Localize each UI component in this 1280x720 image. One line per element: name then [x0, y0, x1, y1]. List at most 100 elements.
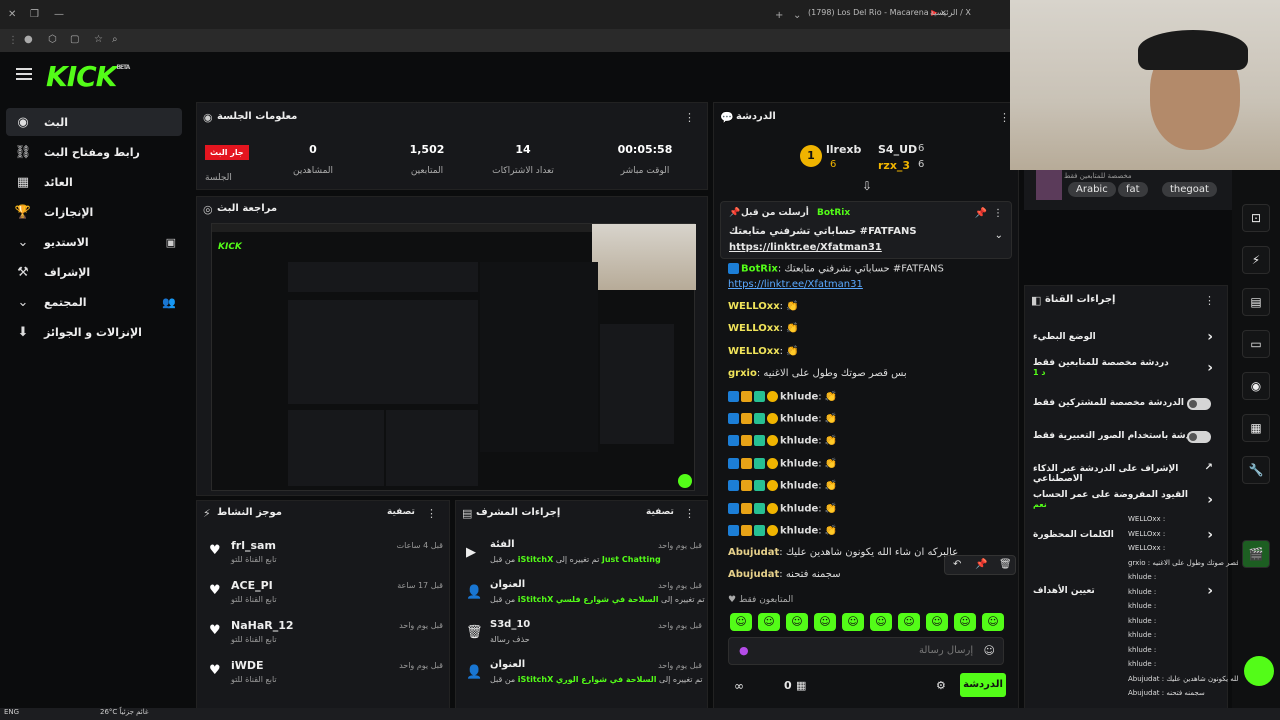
sidebar-item-community[interactable]: ⌄ المجتمع 👥	[6, 288, 182, 316]
sidebar: ◉ البث ⛓ رابط ومفتاح البث ▦ العائد 🏆 الإنجاز…	[0, 104, 190, 720]
delete-icon[interactable]: 🗑	[999, 559, 1012, 570]
rail-button[interactable]: 🎬	[1242, 540, 1270, 568]
sidebar-item-achievements[interactable]: 🏆 الإنجازات	[6, 198, 182, 226]
zoom-icon[interactable]: ⌕	[112, 34, 118, 45]
setting-subscribers-only[interactable]: الدردشة مخصصة للمشتركين فقط	[1033, 398, 1221, 410]
panel-title: معلومات الجلسة	[217, 111, 298, 122]
menu-dots-icon[interactable]: ⋮	[8, 35, 18, 46]
emote[interactable]: ☺	[898, 613, 920, 631]
toggle-switch[interactable]	[1187, 431, 1211, 443]
setting-account-age[interactable]: القيود المفروضة على عمر الحساب نعم ›	[1033, 490, 1221, 509]
sidebar-item-drops[interactable]: ⬇ الإنزالات و الجوائز	[6, 318, 182, 346]
unpin-icon[interactable]: 📌	[975, 208, 987, 219]
pin-icon[interactable]: 📌	[975, 559, 987, 570]
rail-button[interactable]: 🔧	[1242, 456, 1270, 484]
floating-chat-button[interactable]	[1244, 656, 1274, 686]
mini-chat-line: khlude :	[1128, 631, 1157, 639]
more-options-icon[interactable]: ⋮	[993, 208, 1003, 219]
top-gifter-name[interactable]: llrexb	[826, 143, 861, 156]
language-indicator[interactable]: ENG	[4, 708, 19, 716]
panel-title: إجراءات المشرف	[476, 507, 561, 518]
more-options-icon[interactable]: ⋮	[999, 111, 1010, 124]
setting-slow-mode[interactable]: الوضع البطيء ›	[1033, 329, 1221, 345]
emote[interactable]: ☺	[954, 613, 976, 631]
chevron-down-icon[interactable]: ⌄	[995, 230, 1003, 241]
more-options-icon[interactable]: ⋮	[684, 507, 695, 520]
close-window-icon[interactable]: ✕	[8, 9, 16, 20]
chat-link[interactable]: https://linktr.ee/Xfatman31	[728, 279, 863, 290]
more-options-icon[interactable]: ⋮	[1204, 294, 1215, 307]
more-options-icon[interactable]: ⋮	[426, 507, 437, 520]
hamburger-menu-icon[interactable]	[16, 68, 32, 80]
sidebar-item-stream[interactable]: ◉ البث	[6, 108, 182, 136]
webcam-overlay	[1010, 0, 1280, 170]
emote[interactable]: ☺	[758, 613, 780, 631]
bookmark-star-icon[interactable]: ☆	[94, 34, 103, 45]
chat-send-button[interactable]: الدردشة	[960, 673, 1006, 697]
mini-chat-line: khlude :	[1128, 645, 1157, 654]
tag-chip[interactable]: thegoat	[1162, 182, 1217, 197]
scroll-indicator-icon[interactable]: ⇩	[862, 179, 872, 193]
stat-followers: 1,502 المتابعين	[409, 143, 445, 176]
browser-tab-youtube[interactable]: (1798) Los Del Rio - Macarena ▶ ×	[808, 8, 947, 17]
copy-icon[interactable]: ▢	[70, 34, 79, 45]
rail-button[interactable]: ⚡	[1242, 246, 1270, 274]
extension-icon[interactable]: ⬡	[48, 34, 57, 45]
community-icon: 👥	[162, 295, 176, 309]
sidebar-item-revenue[interactable]: ▦ العائد	[6, 168, 182, 196]
rail-button[interactable]: ▭	[1242, 330, 1270, 358]
mic-icon[interactable]: ●	[739, 644, 749, 657]
gifter-name[interactable]: S4_UD	[878, 143, 917, 156]
emoji-icon[interactable]: ☺	[984, 644, 995, 657]
restore-window-icon[interactable]: ❐	[30, 9, 39, 20]
emote[interactable]: ☺	[926, 613, 948, 631]
search-tabs-icon[interactable]: ⌄	[793, 10, 801, 21]
user-icon: 👤	[466, 665, 483, 680]
store-icon[interactable]: ▦	[796, 679, 806, 692]
minimize-window-icon[interactable]: —	[54, 9, 64, 20]
sidebar-item-studio[interactable]: ⌄ الاستديو ▣	[6, 228, 182, 256]
panel-title: الدردشة	[736, 111, 776, 122]
gifter-name[interactable]: rzx_3	[878, 159, 910, 172]
broadcast-icon: ◉	[203, 111, 213, 124]
emote[interactable]: ☺	[786, 613, 808, 631]
chat-input-field[interactable]: ● إرسال رسالة ☺	[728, 637, 1004, 665]
setting-followers-only[interactable]: دردشة مخصصة للمتابعين فقط د 1 ›	[1033, 358, 1221, 377]
setting-emote-only[interactable]: الدردشة باستخدام الصور التعبيرية فقط	[1033, 431, 1221, 443]
sidebar-item-stream-key[interactable]: ⛓ رابط ومفتاح البث	[6, 138, 182, 166]
emote[interactable]: ☺	[870, 613, 892, 631]
more-options-icon[interactable]: ⋮	[684, 111, 695, 124]
pinned-link[interactable]: https://linktr.ee/Xfatman31	[729, 242, 882, 253]
sidebar-item-moderation[interactable]: ⚒ الإشراف	[6, 258, 182, 286]
new-tab-icon[interactable]: +	[775, 10, 783, 21]
chat-users-icon[interactable]: ∞	[734, 679, 744, 693]
emote[interactable]: ☺	[730, 613, 752, 631]
emote[interactable]: ☺	[842, 613, 864, 631]
tag-chip[interactable]: Arabic	[1068, 182, 1116, 197]
rail-button[interactable]: ▦	[1242, 414, 1270, 442]
kick-logo[interactable]: KICKBETA	[46, 60, 130, 93]
activity-feed-panel: ⚡ موجز النشاط تصفية ⋮ ♥ frl_sam تابع القنا…	[196, 500, 450, 710]
weather-widget[interactable]: 26°C غائم جزئياً	[100, 708, 149, 716]
emote[interactable]: ☺	[982, 613, 1004, 631]
studio-icon: ▣	[165, 235, 176, 249]
filter-button[interactable]: تصفية	[646, 507, 674, 517]
rail-button[interactable]: ◉	[1242, 372, 1270, 400]
profile-icon[interactable]: ●	[24, 34, 33, 45]
rail-button[interactable]: ▤	[1242, 288, 1270, 316]
filter-button[interactable]: تصفية	[387, 507, 415, 517]
emote[interactable]: ☺	[814, 613, 836, 631]
stream-video[interactable]: KICK	[211, 223, 696, 491]
settings-icon[interactable]: ⚙	[936, 679, 946, 692]
reply-icon[interactable]: ↶	[953, 559, 961, 570]
followers-only-notice: ♥ المتابعون فقط	[728, 595, 794, 605]
browser-tab-x[interactable]: الرئيسية / X	[930, 8, 971, 17]
headphones	[1138, 30, 1248, 70]
tag-chip[interactable]: fat	[1118, 182, 1148, 197]
rail-button[interactable]: ⊡	[1242, 204, 1270, 232]
heart-icon: ♥	[209, 583, 221, 598]
setting-ai-moderation[interactable]: الإشراف على الدردشة عبر الذكاء الاصطناعي…	[1033, 462, 1221, 484]
toggle-switch[interactable]	[1187, 398, 1211, 410]
pinned-user[interactable]: BotRix	[817, 208, 850, 218]
taskbar: ENG 26°C غائم جزئياً	[0, 708, 1280, 720]
